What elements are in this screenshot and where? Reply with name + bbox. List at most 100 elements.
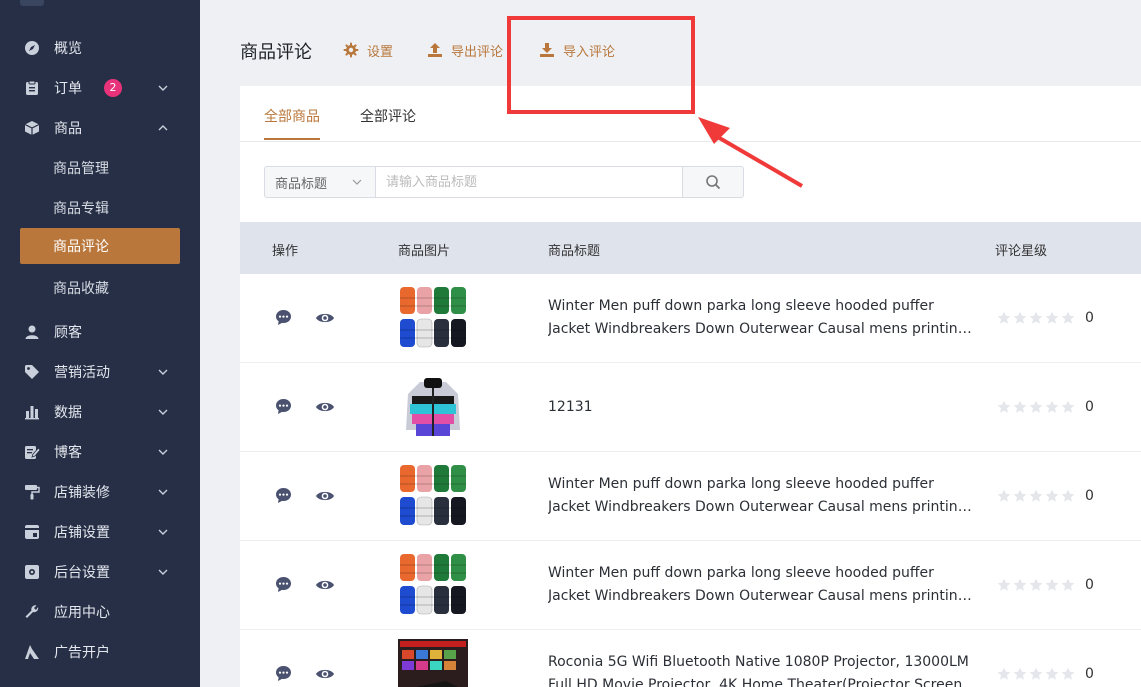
star-icon xyxy=(1029,489,1043,502)
sidebar-item-ad-account[interactable]: 广告开户 xyxy=(0,632,200,672)
chevron-down-icon xyxy=(157,446,169,458)
sidebar-item-customers[interactable]: 顾客 xyxy=(0,312,200,352)
export-reviews-label: 导出评论 xyxy=(451,44,504,60)
table-header: 操作 商品图片 商品标题 评论星级 xyxy=(240,222,1141,274)
column-header-actions: 操作 xyxy=(272,244,299,259)
chevron-down-icon xyxy=(157,366,169,378)
sidebar-item-store-decoration[interactable]: 店铺装修 xyxy=(0,472,200,512)
annotation-highlight-box xyxy=(507,16,695,114)
sidebar-item-backend-settings[interactable]: 后台设置 xyxy=(0,552,200,592)
table-row: Winter Men puff down parka long sleeve h… xyxy=(240,274,1141,363)
puffer-jackets-thumbnail xyxy=(398,550,468,620)
sidebar-subitem-label: 商品收藏 xyxy=(53,281,109,297)
chevron-down-icon xyxy=(352,179,362,185)
sidebar-item-label: 概览 xyxy=(54,41,82,57)
star-icon xyxy=(997,400,1011,413)
table-row: Winter Men puff down parka long sleeve h… xyxy=(240,452,1141,541)
search-field-select-value: 商品标题 xyxy=(275,176,328,192)
star-icon xyxy=(1013,400,1027,413)
eye-icon[interactable] xyxy=(315,311,335,325)
star-icon xyxy=(1013,578,1027,591)
eye-icon[interactable] xyxy=(315,667,335,681)
tag-icon xyxy=(24,364,40,380)
column-header-title: 商品标题 xyxy=(548,244,601,259)
projector-thumbnail xyxy=(398,639,468,687)
sidebar-item-marketing[interactable]: 营销活动 xyxy=(0,352,200,392)
chevron-down-icon xyxy=(157,486,169,498)
star-icon xyxy=(1013,311,1027,324)
product-title[interactable]: 12131 xyxy=(548,396,978,419)
star-icon xyxy=(997,311,1011,324)
product-title[interactable]: Winter Men puff down parka long sleeve h… xyxy=(548,562,978,608)
sidebar-item-label: 营销活动 xyxy=(54,365,110,381)
search-input[interactable] xyxy=(375,166,683,198)
paint-roller-icon xyxy=(24,484,40,500)
table-row: Roconia 5G Wifi Bluetooth Native 1080P P… xyxy=(240,630,1141,687)
eye-icon[interactable] xyxy=(315,578,335,592)
sidebar-item-label: 店铺设置 xyxy=(54,525,110,541)
product-title[interactable]: Winter Men puff down parka long sleeve h… xyxy=(548,295,978,341)
chevron-down-icon xyxy=(157,526,169,538)
edit-icon xyxy=(24,444,40,460)
sidebar: 概览 订单 2 商品 商品管理 商品专辑 商品评论 商品收藏 顾客 营销活动 数… xyxy=(0,0,200,687)
wrench-icon xyxy=(24,604,40,620)
sidebar-logo-stub xyxy=(20,0,44,6)
sidebar-item-blog[interactable]: 博客 xyxy=(0,432,200,472)
eye-icon[interactable] xyxy=(315,400,335,414)
tab-all-reviews[interactable]: 全部评论 xyxy=(360,106,416,126)
settings-button[interactable]: 设置 xyxy=(343,40,393,60)
comment-icon[interactable] xyxy=(275,576,292,593)
star-icon xyxy=(997,578,1011,591)
sidebar-subitem-label: 商品专辑 xyxy=(53,201,109,217)
sidebar-subitem-product-reviews[interactable]: 商品评论 xyxy=(20,228,180,264)
review-count: 0 xyxy=(1085,666,1094,682)
chevron-down-icon xyxy=(157,406,169,418)
comment-icon[interactable] xyxy=(275,665,292,682)
puffer-jackets-thumbnail xyxy=(398,461,468,531)
export-reviews-button[interactable]: 导出评论 xyxy=(427,40,503,60)
sidebar-item-orders[interactable]: 订单 2 xyxy=(0,68,200,108)
star-icon xyxy=(1061,400,1075,413)
sidebar-subitem-product-favorites[interactable]: 商品收藏 xyxy=(20,270,180,306)
star-icon xyxy=(1045,489,1059,502)
comment-icon[interactable] xyxy=(275,487,292,504)
product-title[interactable]: Roconia 5G Wifi Bluetooth Native 1080P P… xyxy=(548,651,978,687)
star-icon xyxy=(1061,311,1075,324)
sidebar-item-label: 博客 xyxy=(54,445,82,461)
product-title[interactable]: Winter Men puff down parka long sleeve h… xyxy=(548,473,978,519)
rating-stars xyxy=(997,578,1075,592)
sidebar-item-label: 顾客 xyxy=(54,325,82,341)
cube-icon xyxy=(24,120,40,136)
sidebar-subitem-product-albums[interactable]: 商品专辑 xyxy=(20,190,180,226)
rating-stars xyxy=(997,667,1075,681)
star-icon xyxy=(1029,400,1043,413)
sidebar-subitem-label: 商品管理 xyxy=(53,161,109,177)
star-icon xyxy=(1013,489,1027,502)
sidebar-item-products[interactable]: 商品 xyxy=(0,108,200,148)
sidebar-item-label: 数据 xyxy=(54,405,82,421)
comment-icon[interactable] xyxy=(275,398,292,415)
compass-icon xyxy=(24,40,40,56)
settings-button-label: 设置 xyxy=(367,44,394,60)
star-icon xyxy=(997,667,1011,680)
review-count: 0 xyxy=(1085,577,1094,593)
single-jacket-thumbnail xyxy=(398,372,468,442)
eye-icon[interactable] xyxy=(315,489,335,503)
search-field-select[interactable]: 商品标题 xyxy=(264,166,376,198)
star-icon xyxy=(1045,578,1059,591)
tab-all-products[interactable]: 全部商品 xyxy=(264,106,320,126)
star-icon xyxy=(997,489,1011,502)
sidebar-item-overview[interactable]: 概览 xyxy=(0,28,200,68)
table-row: Winter Men puff down parka long sleeve h… xyxy=(240,541,1141,630)
bar-chart-icon xyxy=(24,404,40,420)
chevron-down-icon xyxy=(157,566,169,578)
star-icon xyxy=(1061,578,1075,591)
sidebar-item-label: 广告开户 xyxy=(54,645,110,661)
comment-icon[interactable] xyxy=(275,309,292,326)
sidebar-item-app-center[interactable]: 应用中心 xyxy=(0,592,200,632)
sidebar-item-data[interactable]: 数据 xyxy=(0,392,200,432)
column-header-rating: 评论星级 xyxy=(995,244,1048,259)
sidebar-subitem-product-management[interactable]: 商品管理 xyxy=(20,150,180,186)
sidebar-item-store-settings[interactable]: 店铺设置 xyxy=(0,512,200,552)
star-icon xyxy=(1045,667,1059,680)
